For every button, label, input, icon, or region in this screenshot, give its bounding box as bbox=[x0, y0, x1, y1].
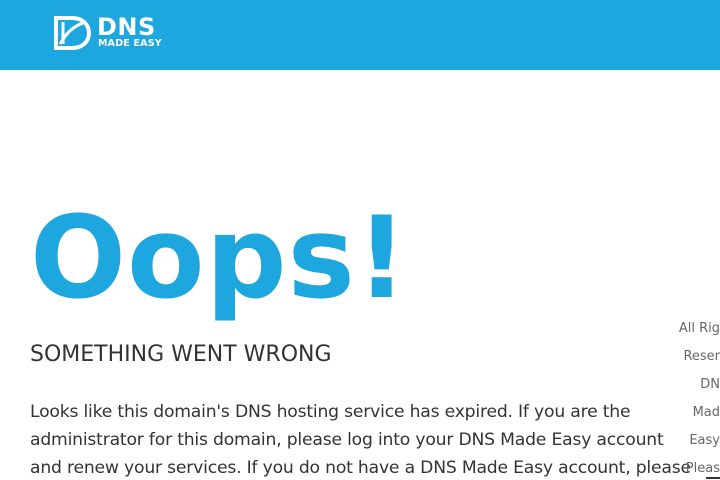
dns-made-easy-logo[interactable]: DNS MADE EASY bbox=[52, 13, 182, 50]
error-headline: Oops! bbox=[30, 192, 409, 324]
link-underline bbox=[706, 477, 720, 479]
site-header: DNS MADE EASY bbox=[0, 0, 720, 70]
side-footer-line: DN bbox=[700, 377, 720, 392]
error-message: Looks like this domain's DNS hosting ser… bbox=[30, 402, 691, 478]
logo-tagline: MADE EASY bbox=[98, 38, 162, 49]
side-footer-line: All Rig bbox=[678, 321, 720, 336]
side-footer-line: Reser bbox=[683, 349, 720, 364]
logo-brand-text: DNS bbox=[97, 13, 156, 41]
dns-logo-mark-icon bbox=[54, 16, 92, 50]
error-subtitle: SOMETHING WENT WRONG bbox=[30, 342, 332, 367]
